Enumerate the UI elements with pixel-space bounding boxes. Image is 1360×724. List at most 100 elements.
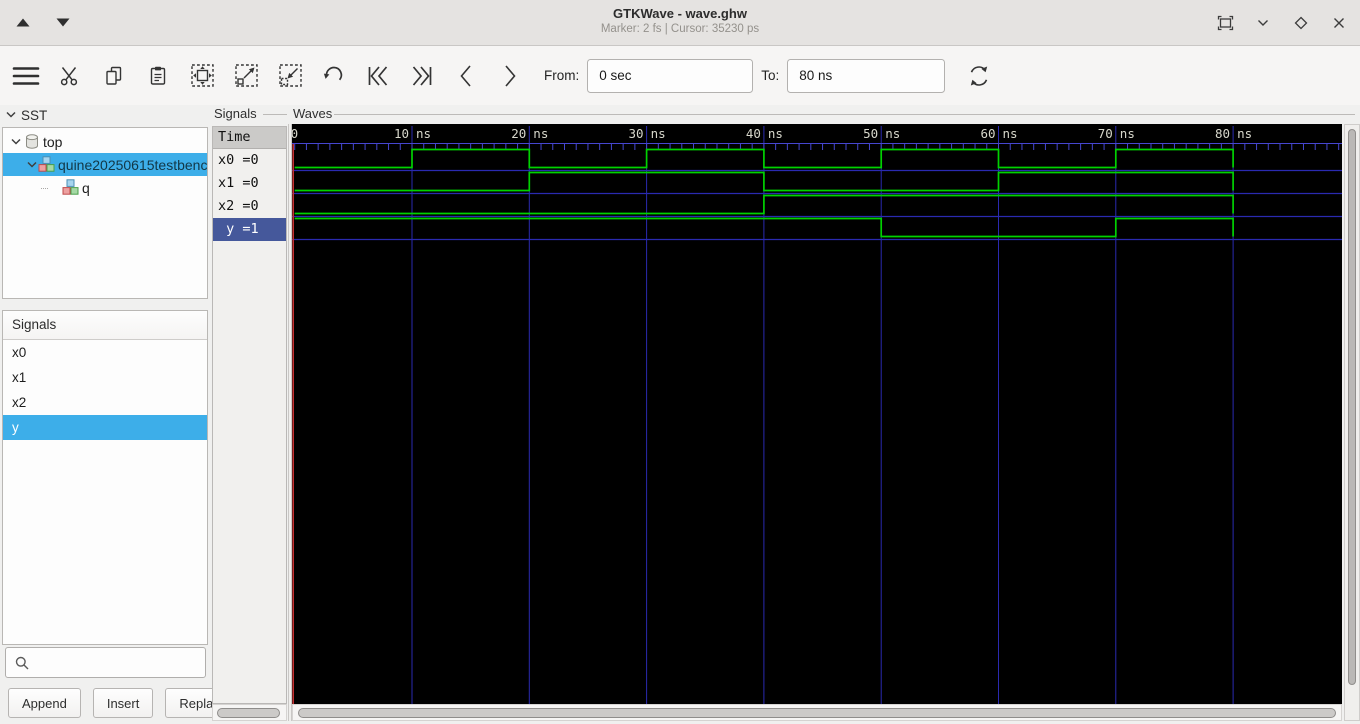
hierarchy-cylinder-icon bbox=[23, 133, 40, 150]
signal-list-item-x2[interactable]: x2 bbox=[3, 390, 207, 415]
sst-node-label: quine20250615testbench bbox=[58, 156, 207, 173]
timeline-label: ns bbox=[651, 126, 666, 141]
module-cubes-icon bbox=[38, 156, 55, 173]
copy-button[interactable] bbox=[96, 53, 132, 99]
sst-label: SST bbox=[21, 107, 48, 123]
signal-value-row[interactable]: x1 =0 bbox=[213, 172, 286, 195]
signal-list-item-x1[interactable]: x1 bbox=[3, 365, 207, 390]
marker-cursor-statusline: Marker: 2 fs | Cursor: 35230 ps bbox=[600, 23, 760, 35]
signal-list-item-x0[interactable]: x0 bbox=[3, 340, 207, 365]
forward-button[interactable] bbox=[492, 53, 528, 99]
chevron-down-icon[interactable] bbox=[5, 109, 17, 121]
zoom-fit-button[interactable] bbox=[184, 53, 220, 99]
toolbar: From: To: bbox=[0, 46, 1360, 105]
paste-button[interactable] bbox=[140, 53, 176, 99]
insert-button[interactable]: Insert bbox=[92, 688, 154, 718]
signal-value-row[interactable]: y =1 bbox=[213, 218, 286, 241]
toolbar-icon-group bbox=[8, 53, 536, 99]
signal-list-item-y[interactable]: y bbox=[3, 415, 207, 440]
triangle-down-icon bbox=[56, 18, 70, 27]
values-hscrollbar-track[interactable] bbox=[212, 704, 287, 721]
expander-chevron-icon bbox=[26, 159, 38, 171]
to-end-button[interactable] bbox=[404, 53, 440, 99]
timeline-label: 0 bbox=[292, 126, 298, 141]
to-start-button[interactable] bbox=[360, 53, 396, 99]
signal-value-row[interactable]: x2 =0 bbox=[213, 195, 286, 218]
back-button[interactable] bbox=[448, 53, 484, 99]
waves-frame-label: Waves bbox=[293, 106, 333, 121]
sst-node-label: q bbox=[82, 179, 90, 196]
signal-search-box[interactable] bbox=[5, 647, 215, 678]
fit-window-button[interactable] bbox=[1214, 12, 1236, 34]
zoom-out-icon bbox=[277, 62, 304, 89]
fit-window-icon bbox=[1216, 14, 1235, 32]
wave-canvas-background bbox=[292, 124, 1342, 704]
shade-up-button[interactable] bbox=[12, 12, 34, 34]
sst-node-q[interactable]: q bbox=[3, 176, 207, 199]
zoom-undo-button[interactable] bbox=[316, 53, 352, 99]
zoom-fit-icon bbox=[189, 62, 216, 89]
hamburger-menu-icon bbox=[11, 64, 41, 88]
signal-search-input[interactable] bbox=[35, 647, 215, 678]
window-title-block: GTKWave - wave.ghw Marker: 2 fs | Cursor… bbox=[0, 5, 1360, 37]
tree-connector bbox=[41, 187, 48, 189]
skip-end-icon bbox=[409, 64, 435, 88]
expander-chevron-icon bbox=[9, 136, 23, 148]
from-label: From: bbox=[544, 68, 580, 83]
signal-browser-panel: Signals x0 x1 x2 y bbox=[2, 310, 208, 645]
window-title: GTKWave - wave.ghw bbox=[613, 6, 747, 21]
triangle-up-icon bbox=[16, 18, 30, 27]
menu-button[interactable] bbox=[8, 53, 44, 99]
chevron-right-icon bbox=[500, 63, 520, 89]
waves-vscrollbar-track[interactable] bbox=[1344, 124, 1360, 721]
sst-tree-panel: top quine20250615testbench q bbox=[2, 127, 208, 299]
values-hscrollbar-thumb[interactable] bbox=[217, 708, 280, 718]
from-input[interactable] bbox=[587, 58, 754, 93]
reload-button[interactable] bbox=[961, 53, 997, 99]
to-label: To: bbox=[761, 68, 780, 83]
sst-node-quine20250615testbench[interactable]: quine20250615testbench bbox=[3, 153, 207, 176]
cut-button[interactable] bbox=[52, 53, 88, 99]
titlebar: GTKWave - wave.ghw Marker: 2 fs | Cursor… bbox=[0, 0, 1360, 46]
sst-node-top[interactable]: top bbox=[3, 130, 207, 153]
close-icon bbox=[1332, 16, 1346, 30]
skip-start-icon bbox=[365, 64, 391, 88]
timeline-label: ns bbox=[885, 126, 900, 141]
sst-section-header[interactable]: SST bbox=[5, 106, 47, 124]
waves-hscrollbar-thumb[interactable] bbox=[298, 708, 1336, 718]
diamond-icon bbox=[1294, 16, 1308, 30]
close-button[interactable] bbox=[1328, 12, 1350, 34]
minimize-button[interactable] bbox=[1252, 12, 1274, 34]
timeline-label: 60 bbox=[980, 126, 995, 141]
signal-value-row[interactable]: x0 =0 bbox=[213, 149, 286, 172]
module-cubes-icon bbox=[62, 179, 79, 196]
zoom-in-icon bbox=[233, 62, 260, 89]
timeline-label: 10 bbox=[394, 126, 409, 141]
zoom-in-button[interactable] bbox=[228, 53, 264, 99]
magnifier-icon bbox=[14, 655, 30, 671]
timeline-label: ns bbox=[1120, 126, 1135, 141]
signals-frame-label: Signals bbox=[214, 106, 257, 121]
waves-frame-line bbox=[334, 114, 1355, 115]
signal-action-buttons: Append Insert Replace bbox=[8, 688, 242, 718]
timeline-label: 40 bbox=[746, 126, 761, 141]
copy-icon bbox=[103, 65, 125, 87]
waves-vscrollbar-thumb[interactable] bbox=[1348, 129, 1356, 685]
append-button[interactable]: Append bbox=[8, 688, 81, 718]
titlebar-left-controls bbox=[12, 0, 74, 45]
shade-down-button[interactable] bbox=[52, 12, 74, 34]
maximize-button[interactable] bbox=[1290, 12, 1312, 34]
timeline-label: 80 bbox=[1215, 126, 1230, 141]
waves-hscrollbar-track[interactable] bbox=[292, 704, 1342, 721]
timeline-label: ns bbox=[1237, 126, 1252, 141]
wave-canvas[interactable]: 0 10 ns 20 ns 30 ns 40 ns 50 ns 60 ns 70 ns 80 ns bbox=[292, 124, 1342, 704]
chevron-down-icon bbox=[1256, 16, 1270, 30]
zoom-out-button[interactable] bbox=[272, 53, 308, 99]
paste-icon bbox=[147, 65, 169, 87]
scissors-icon bbox=[59, 65, 81, 87]
timeline-label: ns bbox=[416, 126, 431, 141]
to-input[interactable] bbox=[787, 58, 946, 93]
reload-icon bbox=[966, 63, 992, 89]
signal-browser-header[interactable]: Signals bbox=[3, 311, 207, 340]
time-column-header[interactable]: Time bbox=[213, 127, 286, 149]
